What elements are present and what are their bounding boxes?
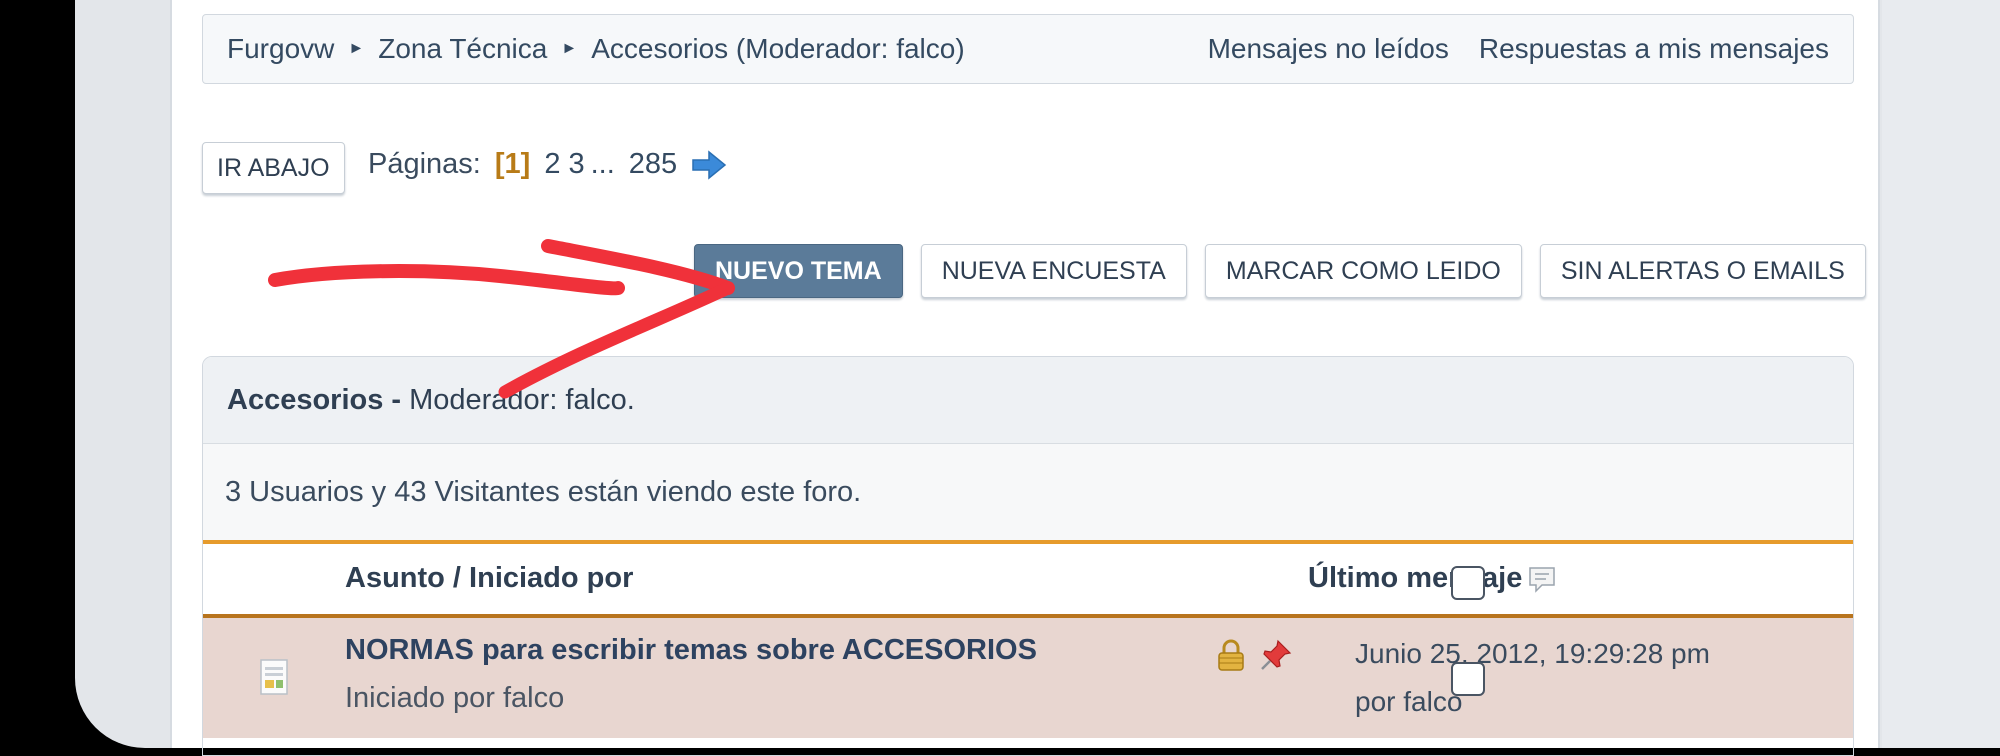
select-all-checkbox[interactable] (1451, 566, 1485, 600)
sticky-pin-icon (1261, 639, 1292, 670)
table-row: NORMAS para escribir temas sobre ACCESOR… (203, 618, 1853, 738)
new-topic-button[interactable]: NUEVO TEMA (694, 244, 903, 298)
page-link[interactable]: 3 (568, 148, 584, 181)
topic-title-link[interactable]: NORMAS para escribir temas sobre ACCESOR… (345, 634, 1037, 667)
pagination: Páginas: [1] 2 3 ... 285 (368, 148, 727, 181)
topic-list: Accesorios - Moderador: falco. 3 Usuario… (202, 356, 1854, 756)
page-link[interactable]: 2 (544, 148, 560, 181)
pagination-label: Páginas: (368, 148, 481, 180)
breadcrumb-current[interactable]: Accesorios (Moderador: falco) (591, 33, 964, 65)
forum-actions: NUEVO TEMA NUEVA ENCUESTA MARCAR COMO LE… (694, 244, 1866, 298)
topic-document-icon (260, 659, 288, 695)
page-background (1882, 0, 2000, 748)
pagination-ellipsis: ... (590, 148, 615, 180)
viewers-info: 3 Usuarios y 43 Visitantes están viendo … (203, 444, 1853, 544)
breadcrumb-separator-icon: ► (561, 40, 578, 57)
breadcrumb-separator-icon: ► (348, 40, 365, 57)
next-page-arrow-icon[interactable] (691, 149, 727, 180)
forum-name: Accesorios - (227, 383, 402, 416)
breadcrumb-home[interactable]: Furgovw (227, 33, 334, 65)
new-poll-button[interactable]: NUEVA ENCUESTA (920, 244, 1187, 298)
last-post-column-header[interactable]: Último mensaje (1308, 562, 1558, 595)
subject-column-header[interactable]: Asunto / Iniciado por (345, 562, 633, 595)
topic-select-checkbox[interactable] (1451, 662, 1485, 696)
breadcrumb: Furgovw ► Zona Técnica ► Accesorios (Mod… (227, 33, 965, 65)
breadcrumb-bar: Furgovw ► Zona Técnica ► Accesorios (Mod… (202, 14, 1854, 84)
forum-page: Furgovw ► Zona Técnica ► Accesorios (Mod… (170, 0, 1880, 756)
breadcrumb-section[interactable]: Zona Técnica (378, 33, 547, 65)
no-alerts-button[interactable]: SIN ALERTAS O EMAILS (1539, 244, 1866, 298)
current-page: [1] (494, 148, 531, 180)
topic-starter: Iniciado por falco (345, 682, 565, 714)
mark-read-button[interactable]: MARCAR COMO LEIDO (1204, 244, 1522, 298)
go-down-button[interactable]: IR ABAJO (202, 142, 345, 194)
topic-list-header: Asunto / Iniciado por Último mensaje (203, 544, 1853, 618)
last-post-date[interactable]: Junio 25, 2012, 19:29:28 pm (1355, 638, 1710, 670)
forum-header: Accesorios - Moderador: falco. (203, 357, 1853, 444)
last-page-link[interactable]: 285 (629, 148, 677, 181)
sort-icon[interactable] (1526, 563, 1558, 595)
lock-icon (1218, 639, 1244, 671)
last-post-label: Último mensaje (1308, 562, 1523, 594)
last-post-author[interactable]: por falco (1355, 686, 1462, 718)
replies-link[interactable]: Respuestas a mis mensajes (1479, 33, 1829, 65)
unread-messages-link[interactable]: Mensajes no leídos (1208, 33, 1449, 65)
forum-moderator: Moderador: falco. (409, 383, 635, 416)
